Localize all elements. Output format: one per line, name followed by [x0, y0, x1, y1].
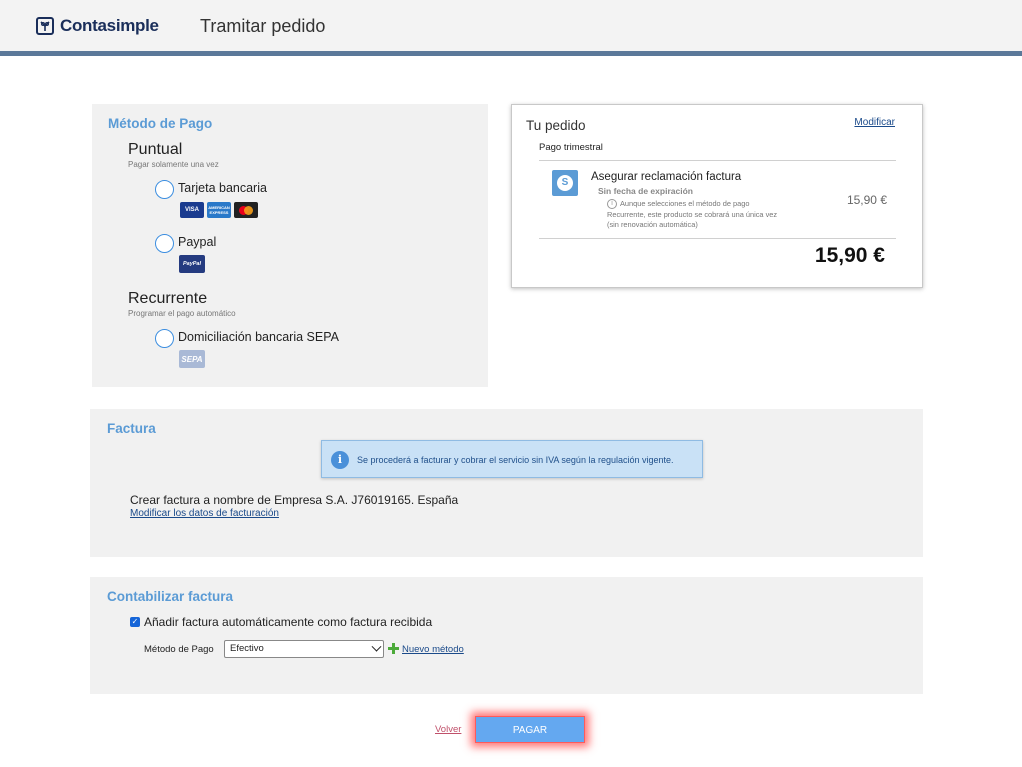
logo-icon	[36, 17, 54, 35]
auto-invoice-label: Añadir factura automáticamente como fact…	[144, 615, 433, 629]
order-summary: Tu pedido Modificar Pago trimestral S As…	[511, 104, 923, 288]
puntual-title: Puntual	[128, 141, 183, 158]
recurrente-title: Recurrente	[128, 290, 208, 307]
amex-icon: AMERICAN EXPRESS	[207, 202, 231, 218]
auto-invoice-checkbox[interactable]: ✓	[130, 617, 140, 627]
puntual-subtitle: Pagar solamente una vez	[128, 160, 219, 169]
payment-method-label: Método de Pago	[144, 644, 214, 655]
invoice-panel: Factura	[90, 409, 923, 557]
back-link[interactable]: Volver	[435, 724, 461, 735]
info-circle-icon: i	[331, 451, 349, 469]
page-title: Tramitar pedido	[200, 16, 326, 36]
visa-icon: VISA	[180, 202, 204, 218]
product-icon: S	[552, 170, 578, 196]
option-label-sepa: Domiciliación bancaria SEPA	[178, 330, 339, 344]
order-title: Tu pedido	[526, 118, 586, 133]
option-label-paypal: Paypal	[178, 235, 217, 249]
app-header: Contasimple Tramitar pedido	[0, 0, 1022, 56]
product-name: Asegurar reclamación factura	[591, 171, 742, 183]
brand-logo[interactable]: Contasimple	[36, 16, 159, 36]
new-method-link[interactable]: Nuevo método	[402, 644, 464, 655]
accounting-panel: Contabilizar factura	[90, 577, 923, 694]
order-total: 15,90 €	[814, 244, 885, 267]
brand-name: Contasimple	[60, 16, 159, 35]
paypal-icon: PayPal	[179, 255, 205, 273]
radio-tarjeta-bancaria[interactable]	[155, 180, 174, 199]
divider	[539, 160, 896, 161]
recurrente-subtitle: Programar el pago automático	[128, 309, 236, 318]
mastercard-icon	[234, 202, 258, 218]
product-expiry: Sin fecha de expiración	[598, 186, 693, 196]
sepa-icon: SEPA	[179, 350, 205, 368]
invoice-info-text: Se procederá a facturar y cobrar el serv…	[357, 455, 674, 465]
order-period: Pago trimestral	[539, 142, 603, 153]
plus-icon[interactable]	[388, 643, 399, 654]
payment-method-title: Método de Pago	[108, 116, 213, 131]
payment-method-value: Efectivo	[230, 643, 264, 654]
invoice-title: Factura	[107, 421, 156, 436]
radio-sepa[interactable]	[155, 329, 174, 348]
option-label-tarjeta: Tarjeta bancaria	[178, 181, 267, 195]
modify-order-link[interactable]: Modificar	[854, 117, 895, 128]
product-price: 15,90 €	[846, 193, 887, 207]
product-note: Aunque selecciones el método de pago Rec…	[607, 199, 778, 230]
chevron-down-icon	[371, 641, 382, 652]
radio-paypal[interactable]	[155, 234, 174, 253]
modify-billing-link[interactable]: Modificar los datos de facturación	[130, 508, 279, 519]
invoice-info-box: i Se procederá a facturar y cobrar el se…	[321, 440, 703, 478]
accounting-title: Contabilizar factura	[107, 589, 234, 604]
payment-method-panel: Método de Pago Puntual Pagar solamente u…	[92, 104, 488, 387]
pay-button[interactable]: PAGAR	[475, 716, 585, 743]
divider	[539, 238, 896, 239]
payment-method-select[interactable]: Efectivo	[224, 640, 384, 658]
invoice-recipient: Crear factura a nombre de Empresa S.A. J…	[130, 493, 459, 507]
